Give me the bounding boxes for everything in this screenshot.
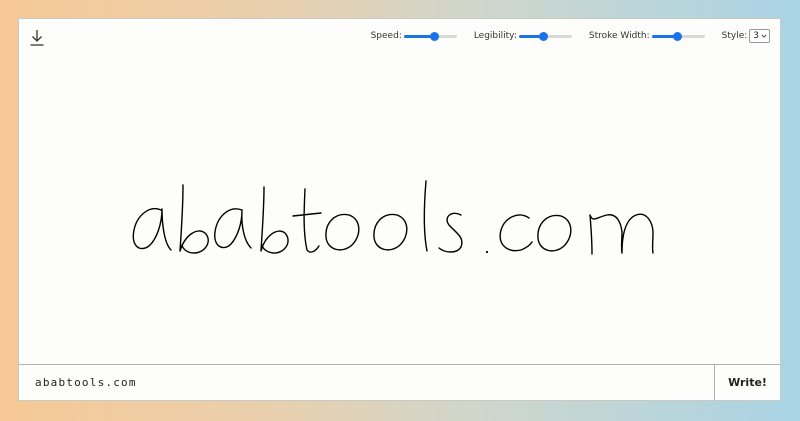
legibility-control: Legibility: bbox=[474, 31, 572, 41]
download-button[interactable] bbox=[29, 29, 45, 47]
chevron-down-icon bbox=[761, 34, 767, 38]
text-input[interactable] bbox=[19, 365, 714, 400]
toolbar: Speed: Legibility: Stroke Width: Style: … bbox=[19, 19, 780, 55]
stroke-width-label: Stroke Width: bbox=[588, 31, 650, 41]
legibility-slider-thumb[interactable] bbox=[538, 32, 548, 41]
legibility-slider[interactable] bbox=[518, 31, 572, 41]
speed-control: Speed: bbox=[371, 31, 457, 41]
style-select-value: 3 bbox=[753, 31, 759, 41]
stroke-width-slider[interactable] bbox=[651, 31, 705, 41]
handwriting-panel: Speed: Legibility: Stroke Width: Style: … bbox=[18, 18, 781, 401]
stroke-width-slider-thumb[interactable] bbox=[672, 32, 682, 41]
write-button[interactable]: Write! bbox=[714, 365, 780, 400]
legibility-label: Legibility: bbox=[473, 31, 517, 41]
handwriting-canvas bbox=[19, 55, 780, 365]
style-control: Style: 3 bbox=[722, 29, 770, 43]
settings-controls: Speed: Legibility: Stroke Width: Style: … bbox=[371, 29, 770, 43]
speed-slider-thumb[interactable] bbox=[429, 32, 439, 41]
download-icon bbox=[30, 30, 44, 46]
stroke-width-control: Stroke Width: bbox=[589, 31, 705, 41]
handwritten-text-drawing bbox=[132, 180, 654, 255]
style-label: Style: bbox=[721, 31, 748, 41]
speed-label: Speed: bbox=[370, 31, 402, 41]
speed-slider[interactable] bbox=[403, 31, 457, 41]
text-input-row: Write! bbox=[19, 364, 780, 400]
style-select[interactable]: 3 bbox=[749, 29, 770, 43]
